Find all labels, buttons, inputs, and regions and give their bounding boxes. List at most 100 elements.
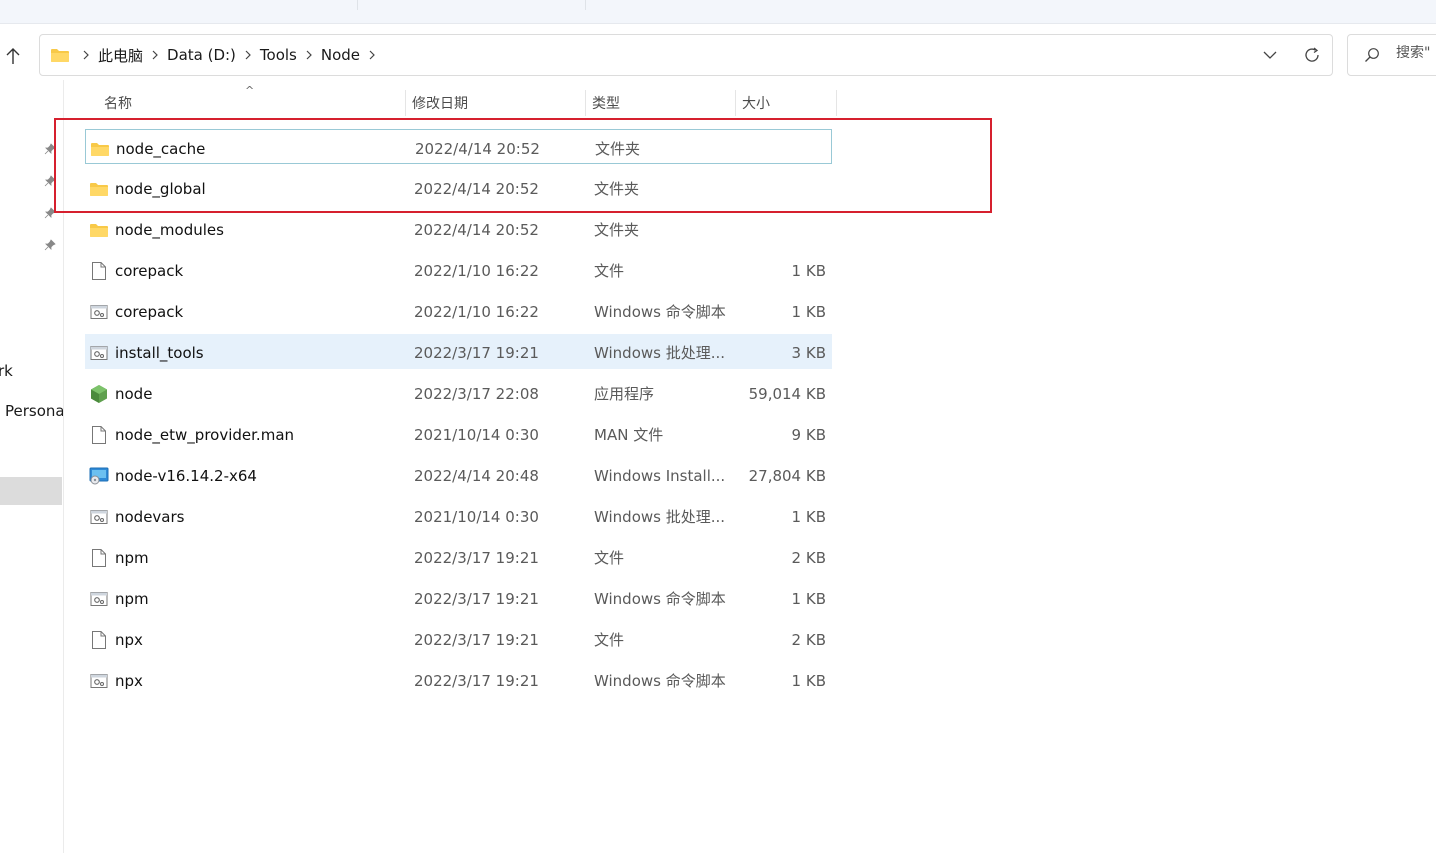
breadcrumb-item[interactable]: Node xyxy=(317,46,364,64)
file-name: node_etw_provider.man xyxy=(115,425,295,444)
file-name: nodevars xyxy=(115,507,185,526)
column-header-name[interactable]: 名称 xyxy=(98,88,406,118)
nav-item[interactable]: rk xyxy=(0,362,13,380)
pin-icon[interactable] xyxy=(44,204,56,223)
pin-icon[interactable] xyxy=(44,140,56,159)
file-modified: 2022/3/17 19:21 xyxy=(414,630,539,649)
navigation-pane: rk Persona xyxy=(0,80,64,853)
pin-icon[interactable] xyxy=(44,236,56,255)
nav-item[interactable]: Persona xyxy=(5,402,63,420)
file-modified: 2022/4/14 20:52 xyxy=(414,220,539,239)
file-name: node_global xyxy=(115,179,206,198)
folder-icon xyxy=(89,170,109,207)
file-size: 1 KB xyxy=(791,507,826,526)
file-name: install_tools xyxy=(115,343,204,362)
file-type: Windows 命令脚本 xyxy=(594,590,726,608)
script-icon xyxy=(89,662,109,699)
file-name: npx xyxy=(115,671,143,690)
file-row[interactable]: corepack 2022/1/10 16:22 文件 1 KB xyxy=(85,250,833,291)
file-list: node_cache 2022/4/14 20:52 文件夹 node_glob… xyxy=(85,127,833,701)
breadcrumb-item[interactable]: 此电脑 xyxy=(94,45,147,66)
file-row[interactable]: npx 2022/3/17 19:21 文件 2 KB xyxy=(85,619,833,660)
nav-item-selected[interactable] xyxy=(0,477,62,505)
file-size: 3 KB xyxy=(791,343,826,362)
file-size: 9 KB xyxy=(791,425,826,444)
file-type: 文件 xyxy=(594,549,625,567)
column-header-type[interactable]: 类型 xyxy=(586,88,736,118)
file-row[interactable]: node_cache 2022/4/14 20:52 文件夹 xyxy=(85,127,833,168)
file-modified: 2021/10/14 0:30 xyxy=(414,507,539,526)
installer-icon xyxy=(89,457,109,494)
file-type: 文件夹 xyxy=(594,221,640,239)
file-size: 2 KB xyxy=(791,548,826,567)
file-icon xyxy=(89,621,109,658)
file-row[interactable]: node_global 2022/4/14 20:52 文件夹 xyxy=(85,168,833,209)
file-modified: 2022/4/14 20:52 xyxy=(415,139,540,158)
chevron-down-icon xyxy=(1263,51,1277,59)
file-name: corepack xyxy=(115,302,184,321)
file-row[interactable]: npx 2022/3/17 19:21 Windows 命令脚本 1 KB xyxy=(85,660,833,701)
file-modified: 2022/3/17 19:21 xyxy=(414,343,539,362)
file-size: 1 KB xyxy=(791,302,826,321)
chevron-right-icon[interactable] xyxy=(78,50,94,60)
arrow-up-icon xyxy=(6,48,20,64)
file-row[interactable]: npm 2022/3/17 19:21 文件 2 KB xyxy=(85,537,833,578)
file-name: node xyxy=(115,384,153,403)
file-modified: 2022/3/17 19:21 xyxy=(414,671,539,690)
column-header-size[interactable]: 大小 xyxy=(736,88,837,118)
chevron-right-icon[interactable] xyxy=(364,50,380,60)
breadcrumb-item[interactable]: Tools xyxy=(256,46,301,64)
file-modified: 2022/1/10 16:22 xyxy=(414,302,539,321)
file-type: Windows 命令脚本 xyxy=(594,303,726,321)
file-row[interactable]: nodevars 2021/10/14 0:30 Windows 批处理... … xyxy=(85,496,833,537)
file-name: corepack xyxy=(115,261,184,280)
file-row[interactable]: install_tools 2022/3/17 19:21 Windows 批处… xyxy=(85,332,833,373)
breadcrumb-item[interactable]: Data (D:) xyxy=(163,46,240,64)
file-size: 1 KB xyxy=(791,261,826,280)
file-row[interactable]: node 2022/3/17 22:08 应用程序 59,014 KB xyxy=(85,373,833,414)
file-row[interactable]: node_modules 2022/4/14 20:52 文件夹 xyxy=(85,209,833,250)
search-icon xyxy=(1364,47,1380,67)
file-type: 文件 xyxy=(594,262,625,280)
chevron-right-icon[interactable] xyxy=(301,50,317,60)
file-type: Windows Install... xyxy=(594,466,726,485)
file-type: 应用程序 xyxy=(594,385,655,403)
search-input[interactable] xyxy=(1396,45,1436,61)
address-history-dropdown[interactable] xyxy=(1256,43,1284,67)
toolbar-divider xyxy=(585,0,586,10)
column-header-label: 名称 xyxy=(104,96,132,112)
file-name: npm xyxy=(115,548,149,567)
file-size: 1 KB xyxy=(791,671,826,690)
nodejs-app-icon xyxy=(89,375,109,412)
refresh-button[interactable] xyxy=(1298,43,1326,67)
folder-icon xyxy=(90,130,110,167)
up-button[interactable] xyxy=(0,40,26,72)
file-row[interactable]: corepack 2022/1/10 16:22 Windows 命令脚本 1 … xyxy=(85,291,833,332)
chevron-right-icon[interactable] xyxy=(240,50,256,60)
column-header-row: ^ 名称 修改日期 类型 大小 xyxy=(64,84,864,118)
search-box[interactable] xyxy=(1347,34,1436,76)
chevron-right-icon[interactable] xyxy=(147,50,163,60)
column-header-label: 大小 xyxy=(742,96,770,112)
file-name: node-v16.14.2-x64 xyxy=(115,466,257,485)
toolbar-divider xyxy=(357,0,358,10)
file-type: 文件 xyxy=(594,631,625,649)
file-icon xyxy=(89,252,109,289)
file-size: 2 KB xyxy=(791,630,826,649)
breadcrumb: 此电脑 Data (D:) Tools Node xyxy=(50,35,380,75)
file-type: 文件夹 xyxy=(595,140,641,158)
pin-icon[interactable] xyxy=(44,172,56,191)
script-icon xyxy=(89,498,109,535)
file-type: MAN 文件 xyxy=(594,426,664,444)
file-modified: 2022/4/14 20:48 xyxy=(414,466,539,485)
file-type: Windows 批处理... xyxy=(594,508,726,526)
refresh-icon xyxy=(1305,47,1319,62)
file-modified: 2022/3/17 22:08 xyxy=(414,384,539,403)
address-bar[interactable]: 此电脑 Data (D:) Tools Node xyxy=(39,34,1333,76)
file-row[interactable]: node-v16.14.2-x64 2022/4/14 20:48 Window… xyxy=(85,455,833,496)
column-header-modified[interactable]: 修改日期 xyxy=(406,88,586,118)
file-row[interactable]: npm 2022/3/17 19:21 Windows 命令脚本 1 KB xyxy=(85,578,833,619)
file-type: Windows 批处理... xyxy=(594,344,726,362)
file-row[interactable]: node_etw_provider.man 2021/10/14 0:30 MA… xyxy=(85,414,833,455)
toolbar-strip xyxy=(0,0,1436,24)
